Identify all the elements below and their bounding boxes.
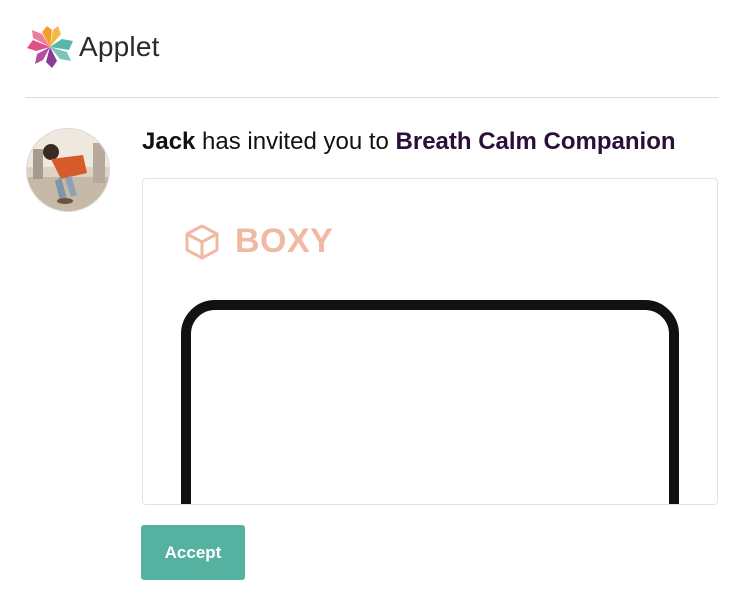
cube-icon <box>185 224 219 259</box>
applet-logo-icon <box>27 26 73 68</box>
boxy-brand: BOXY <box>183 222 333 261</box>
boxy-brand-text: BOXY <box>235 222 334 260</box>
app-header: Applet <box>27 26 160 68</box>
app-name: Breath Calm Companion <box>395 128 676 155</box>
accept-button[interactable]: Accept <box>141 525 245 580</box>
inviter-avatar <box>27 129 109 211</box>
user-avatar-icon <box>27 129 109 211</box>
invite-message: Jack has invited you to Breath Calm Comp… <box>142 128 676 156</box>
brand-name: Applet <box>79 31 160 62</box>
header-divider <box>25 97 719 98</box>
invite-phrase: has invited you to <box>195 128 396 155</box>
app-preview-card: BOXY <box>142 178 718 505</box>
inviter-name: Jack <box>142 128 196 155</box>
device-frame <box>181 300 679 504</box>
